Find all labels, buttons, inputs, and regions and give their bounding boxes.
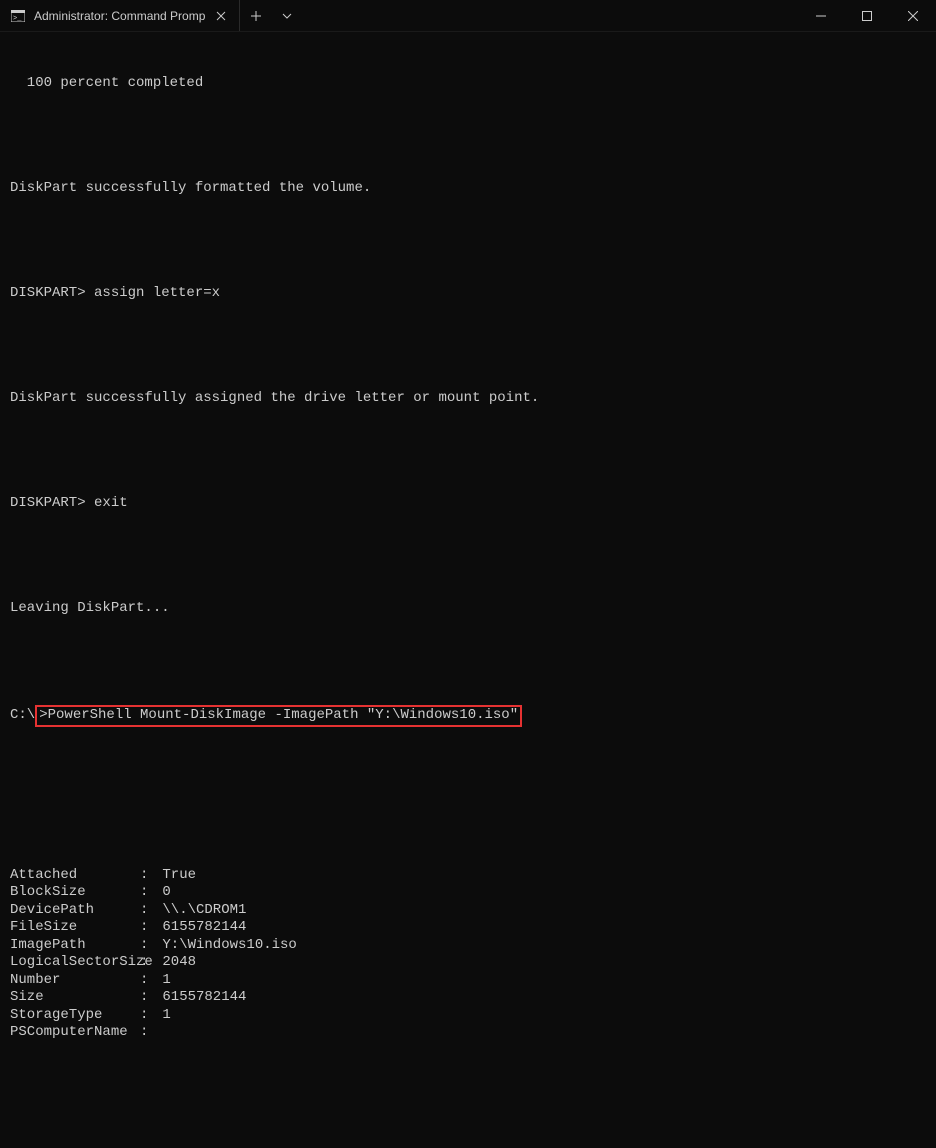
prompt-line: DISKPART> exit	[10, 495, 926, 513]
svg-text:>_: >_	[13, 15, 22, 22]
property-row: FileSize: 6155782144	[10, 919, 926, 937]
new-tab-button[interactable]	[240, 0, 272, 31]
output-line	[10, 233, 926, 251]
property-key: DevicePath	[10, 902, 140, 920]
output-line	[10, 762, 926, 780]
property-value: 0	[154, 884, 171, 902]
property-value: True	[154, 867, 196, 885]
property-row: ImagePath: Y:\Windows10.iso	[10, 937, 926, 955]
property-colon: :	[140, 867, 154, 885]
property-colon: :	[140, 1024, 154, 1042]
property-row: Number: 1	[10, 972, 926, 990]
property-row: Attached: True	[10, 867, 926, 885]
output-line	[10, 1077, 926, 1095]
tab-dropdown-button[interactable]	[272, 0, 302, 31]
close-tab-icon[interactable]	[213, 8, 229, 24]
highlighted-command: >PowerShell Mount-DiskImage -ImagePath "…	[35, 705, 522, 727]
output-line	[10, 548, 926, 566]
output-line	[10, 443, 926, 461]
property-row: LogicalSectorSize: 2048	[10, 954, 926, 972]
minimize-button[interactable]	[798, 0, 844, 31]
property-colon: :	[140, 989, 154, 1007]
output-line: DiskPart successfully assigned the drive…	[10, 390, 926, 408]
property-value: 6155782144	[154, 919, 246, 937]
property-row: StorageType: 1	[10, 1007, 926, 1025]
terminal-output[interactable]: 100 percent completed DiskPart successfu…	[0, 32, 936, 1148]
property-colon: :	[140, 884, 154, 902]
property-colon: :	[140, 919, 154, 937]
property-key: PSComputerName	[10, 1024, 140, 1042]
tab-title: Administrator: Command Promp	[34, 9, 205, 23]
prompt-line: DISKPART> assign letter=x	[10, 285, 926, 303]
output-line: DiskPart successfully formatted the volu…	[10, 180, 926, 198]
output-line	[10, 128, 926, 146]
property-value: 6155782144	[154, 989, 246, 1007]
property-colon: :	[140, 937, 154, 955]
property-key: StorageType	[10, 1007, 140, 1025]
maximize-button[interactable]	[844, 0, 890, 31]
property-value: Y:\Windows10.iso	[154, 937, 297, 955]
cmd-icon: >_	[10, 8, 26, 24]
property-row: Size: 6155782144	[10, 989, 926, 1007]
tabs-area: >_ Administrator: Command Promp	[0, 0, 302, 31]
close-window-button[interactable]	[890, 0, 936, 31]
property-colon: :	[140, 1007, 154, 1025]
output-line: 100 percent completed	[10, 75, 926, 93]
property-value: \\.\CDROM1	[154, 902, 246, 920]
title-bar: >_ Administrator: Command Promp	[0, 0, 936, 32]
property-row: PSComputerName:	[10, 1024, 926, 1042]
output-line	[10, 1129, 926, 1147]
property-key: LogicalSectorSize	[10, 954, 140, 972]
property-row: DevicePath: \\.\CDROM1	[10, 902, 926, 920]
property-key: Number	[10, 972, 140, 990]
property-row: BlockSize: 0	[10, 884, 926, 902]
property-value: 1	[154, 1007, 171, 1025]
properties-output: Attached: TrueBlockSize: 0DevicePath: \\…	[10, 867, 926, 1042]
property-key: FileSize	[10, 919, 140, 937]
property-key: BlockSize	[10, 884, 140, 902]
prompt-prefix: C:\	[10, 707, 35, 725]
output-line	[10, 338, 926, 356]
highlighted-command-line: C:\>PowerShell Mount-DiskImage -ImagePat…	[10, 705, 926, 727]
property-value: 1	[154, 972, 171, 990]
output-line	[10, 653, 926, 671]
property-key: Attached	[10, 867, 140, 885]
property-value	[154, 1024, 162, 1042]
property-value: 2048	[154, 954, 196, 972]
window-controls	[798, 0, 936, 31]
property-colon: :	[140, 972, 154, 990]
output-line	[10, 814, 926, 832]
property-colon: :	[140, 954, 154, 972]
tab-command-prompt[interactable]: >_ Administrator: Command Promp	[0, 0, 240, 31]
output-line: Leaving DiskPart...	[10, 600, 926, 618]
property-key: ImagePath	[10, 937, 140, 955]
property-colon: :	[140, 902, 154, 920]
property-key: Size	[10, 989, 140, 1007]
